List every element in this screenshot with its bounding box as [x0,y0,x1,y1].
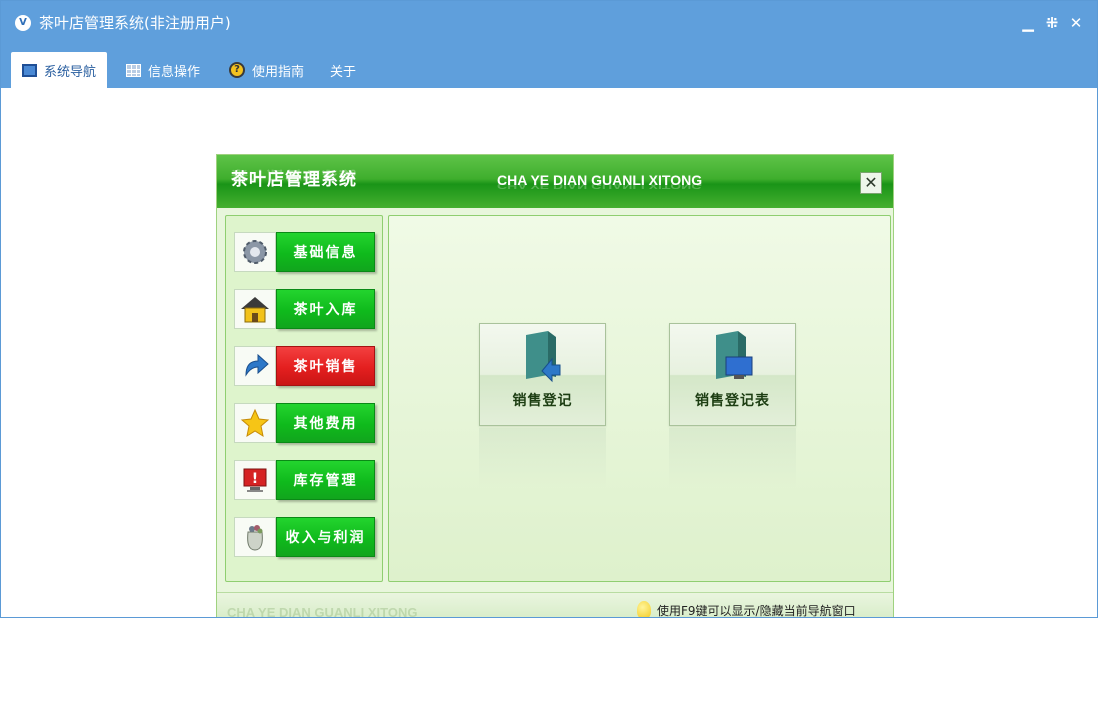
footer-hint: 使用F9键可以显示/隐藏当前导航窗口 [637,601,856,618]
dialog-close-button[interactable]: ✕ [860,172,882,194]
tile-reflection [669,428,796,488]
nav-label: 收入与利润 [276,517,375,557]
house-icon [234,289,276,329]
sales-register-tile[interactable]: 销售登记 [479,323,606,426]
nav-other-expenses-button[interactable]: 其他费用 [234,403,375,443]
star-icon [234,403,276,443]
app-window: V 茶叶店管理系统(非注册用户) ▁ ⁜ ✕ 系统导航 信息操作 ? 使用指南 … [0,0,1098,618]
title-bar[interactable]: V 茶叶店管理系统(非注册用户) ▁ ⁜ ✕ [1,1,1097,45]
nav-basic-info-button[interactable]: 基础信息 [234,232,375,272]
main-panel: 销售登记 销售登记表 [388,215,891,582]
nav-label: 茶叶入库 [276,289,375,329]
dialog-title-reflection: 茶叶店管理系统 [231,167,357,182]
help-icon: ? [229,62,245,78]
tab-info-ops[interactable]: 信息操作 [115,52,211,88]
sales-register-table-tile[interactable]: 销售登记表 [669,323,796,426]
svg-text:!: ! [252,471,258,487]
lightbulb-icon [637,601,651,617]
tab-about[interactable]: 关于 [319,52,367,88]
footer-brand: CHA YE DIAN GUANLI XITONG [227,605,418,618]
tab-label: 系统导航 [44,64,97,80]
grid-icon [126,63,141,77]
bag-icon [234,517,276,557]
menu-bar: 系统导航 信息操作 ? 使用指南 关于 [1,45,1097,88]
tab-system-nav[interactable]: 系统导航 [11,52,108,88]
tile-label: 销售登记 [512,393,573,409]
nav-inventory-button[interactable]: ! 库存管理 [234,460,375,500]
restore-icon[interactable]: ⁜ [1043,13,1061,33]
dialog-footer: CHA YE DIAN GUANLI XITONG 使用F9键可以显示/隐藏当前… [217,592,893,618]
nav-income-profit-button[interactable]: 收入与利润 [234,517,375,557]
alert-monitor-icon: ! [234,460,276,500]
close-icon[interactable]: ✕ [1067,13,1085,33]
nav-tea-stock-in-button[interactable]: 茶叶入库 [234,289,375,329]
window-controls: ▁ ⁜ ✕ [1019,13,1085,33]
tab-label: 关于 [330,64,357,80]
door-monitor-icon [712,331,754,383]
nav-label: 茶叶销售 [276,346,375,386]
nav-label: 基础信息 [276,232,375,272]
gear-icon [234,232,276,272]
dialog-subtitle-reflection: CHA YE DIAN GUANLI XITONG [497,181,703,191]
nav-sidebar: 基础信息 茶叶入库 茶叶销售 其他费用 ! 库存管理 收入与利润 [225,215,383,582]
tab-user-guide[interactable]: ? 使用指南 [218,52,315,88]
tile-reflection [479,428,606,488]
nav-label: 其他费用 [276,403,375,443]
minimize-icon[interactable]: ▁ [1019,13,1037,33]
door-arrow-icon [522,331,564,383]
tab-label: 使用指南 [252,64,305,80]
dialog-header: 茶叶店管理系统 茶叶店管理系统 CHA YE DIAN GUANLI XITON… [217,155,893,208]
hint-text: 使用F9键可以显示/隐藏当前导航窗口 [657,603,856,618]
nav-label: 库存管理 [276,460,375,500]
window-title: 茶叶店管理系统(非注册用户) [39,14,231,32]
arrow-icon [234,346,276,386]
nav-dialog: 茶叶店管理系统 茶叶店管理系统 CHA YE DIAN GUANLI XITON… [216,154,894,618]
tab-label: 信息操作 [148,64,201,80]
monitor-icon [22,63,37,77]
nav-tea-sales-button[interactable]: 茶叶销售 [234,346,375,386]
tile-label: 销售登记表 [695,393,770,409]
app-logo-icon: V [15,15,31,31]
